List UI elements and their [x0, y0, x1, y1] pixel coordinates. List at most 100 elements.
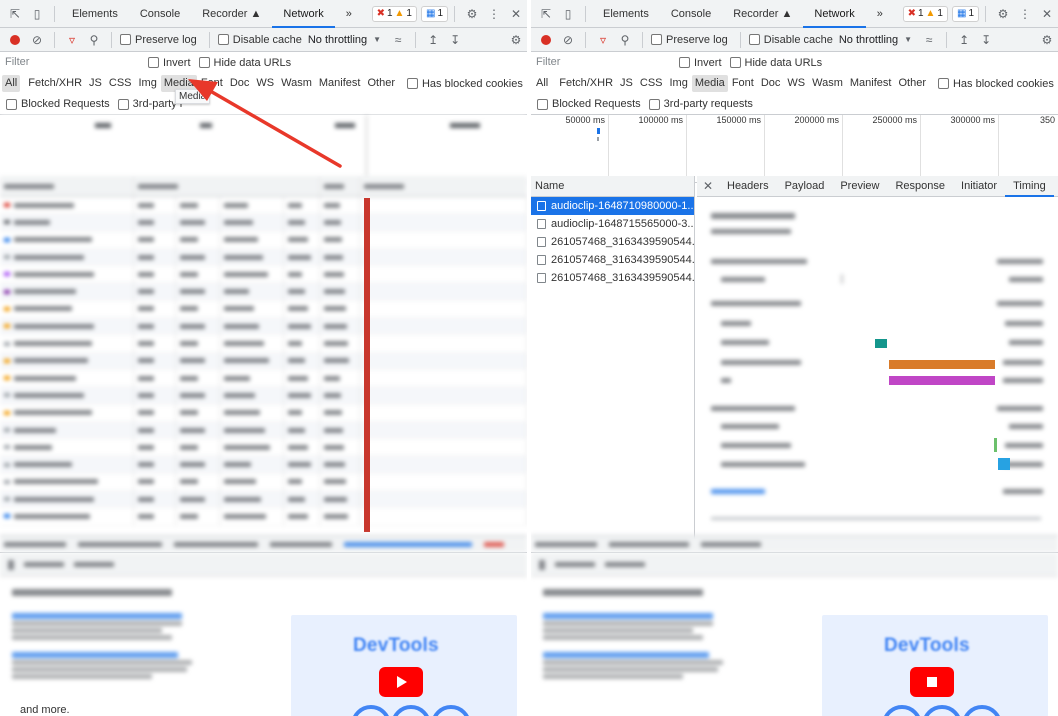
- device-toolbar-icon[interactable]: ▯: [26, 3, 48, 25]
- detail-tab-response[interactable]: Response: [887, 176, 953, 197]
- blocked-requests-checkbox[interactable]: Blocked Requests: [4, 98, 110, 110]
- issues-badge[interactable]: ✖ 1 ▲ 1: [902, 5, 948, 22]
- type-css[interactable]: CSS: [637, 75, 666, 92]
- network-settings-icon[interactable]: ⚙: [505, 29, 527, 51]
- filter-input[interactable]: Filter: [535, 54, 667, 71]
- table-row[interactable]: [0, 439, 527, 457]
- third-party-checkbox[interactable]: 3rd-party r: [116, 98, 183, 110]
- type-wasm[interactable]: Wasm: [809, 75, 846, 92]
- table-row[interactable]: [0, 248, 527, 267]
- type-manifest[interactable]: Manifest: [316, 75, 364, 92]
- type-other[interactable]: Other: [364, 75, 398, 92]
- table-row[interactable]: [0, 456, 527, 474]
- blocked-requests-checkbox[interactable]: Blocked Requests: [535, 98, 641, 110]
- type-fetch-xhr[interactable]: Fetch/XHR: [556, 75, 616, 92]
- type-doc[interactable]: Doc: [758, 75, 784, 92]
- settings-gear-icon[interactable]: ⚙: [461, 3, 483, 25]
- inspect-element-icon[interactable]: ⇱: [4, 3, 26, 25]
- type-js[interactable]: JS: [86, 75, 105, 92]
- preserve-log-checkbox[interactable]: Preserve log: [649, 34, 728, 46]
- detail-tab-headers[interactable]: Headers: [719, 176, 777, 197]
- table-row[interactable]: [0, 473, 527, 492]
- device-toolbar-icon[interactable]: ▯: [557, 3, 579, 25]
- request-list-item[interactable]: 261057468_3163439590544...: [531, 251, 694, 269]
- list-item[interactable]: [543, 652, 709, 658]
- throttling-select[interactable]: No throttling: [308, 34, 367, 46]
- hide-data-urls-checkbox[interactable]: Hide data URLs: [728, 57, 822, 69]
- type-manifest[interactable]: Manifest: [847, 75, 895, 92]
- hide-data-urls-checkbox[interactable]: Hide data URLs: [197, 57, 291, 69]
- devtools-video-card[interactable]: DevTools: [291, 615, 517, 716]
- filter-icon[interactable]: ▿: [592, 29, 614, 51]
- table-row[interactable]: [0, 369, 527, 388]
- type-media[interactable]: Media: [691, 75, 728, 92]
- search-icon[interactable]: ⚲: [83, 29, 105, 51]
- has-blocked-cookies-checkbox[interactable]: Has blocked cookies: [936, 78, 1054, 90]
- table-row[interactable]: [0, 214, 527, 232]
- more-tabs-button[interactable]: »: [866, 0, 894, 28]
- table-row[interactable]: [0, 318, 527, 336]
- type-font[interactable]: Font: [729, 75, 757, 92]
- more-tabs-button[interactable]: »: [335, 0, 363, 28]
- more-options-icon[interactable]: ⋮: [1014, 3, 1036, 25]
- table-row[interactable]: [0, 266, 527, 284]
- table-row[interactable]: [0, 231, 527, 249]
- table-row[interactable]: [0, 404, 527, 422]
- table-row[interactable]: [0, 335, 527, 353]
- close-icon[interactable]: ✕: [1036, 3, 1058, 25]
- issues-badge[interactable]: ✖ 1 ▲ 1: [371, 5, 417, 22]
- settings-gear-icon[interactable]: ⚙: [992, 3, 1014, 25]
- devtools-video-card[interactable]: DevTools: [822, 615, 1048, 716]
- table-row[interactable]: [0, 508, 527, 526]
- type-ws[interactable]: WS: [784, 75, 808, 92]
- detail-tab-timing[interactable]: Timing: [1005, 176, 1054, 197]
- import-har-icon[interactable]: ↥: [953, 29, 975, 51]
- type-doc[interactable]: Doc: [227, 75, 253, 92]
- tab-recorder[interactable]: Recorder ▲: [191, 0, 272, 28]
- table-row[interactable]: [0, 300, 527, 319]
- table-row[interactable]: [0, 491, 527, 509]
- type-css[interactable]: CSS: [106, 75, 135, 92]
- tab-network[interactable]: Network: [803, 0, 867, 28]
- type-img[interactable]: Img: [667, 75, 691, 92]
- tab-console[interactable]: Console: [129, 0, 191, 28]
- request-list-item[interactable]: audioclip-1648710980000-1...: [531, 197, 694, 215]
- list-item[interactable]: [543, 613, 713, 619]
- disable-cache-checkbox[interactable]: Disable cache: [216, 34, 302, 46]
- detail-tab-preview[interactable]: Preview: [832, 176, 887, 197]
- messages-badge[interactable]: ▦ 1: [420, 5, 448, 22]
- clear-icon[interactable]: ⊘: [26, 29, 48, 51]
- disable-cache-checkbox[interactable]: Disable cache: [747, 34, 833, 46]
- more-options-icon[interactable]: ⋮: [483, 3, 505, 25]
- list-item[interactable]: [12, 613, 182, 619]
- tab-elements[interactable]: Elements: [592, 0, 660, 28]
- inspect-element-icon[interactable]: ⇱: [535, 3, 557, 25]
- request-list-header[interactable]: Name: [531, 176, 694, 197]
- network-conditions-icon[interactable]: ≈: [387, 29, 409, 51]
- tab-network[interactable]: Network: [272, 0, 336, 28]
- request-list-item[interactable]: 261057468_3163439590544...: [531, 269, 694, 287]
- request-list-item[interactable]: audioclip-1648715565000-3...: [531, 215, 694, 233]
- export-har-icon[interactable]: ↧: [975, 29, 997, 51]
- clear-icon[interactable]: ⊘: [557, 29, 579, 51]
- filter-input[interactable]: Filter: [4, 54, 136, 71]
- preserve-log-checkbox[interactable]: Preserve log: [118, 34, 197, 46]
- type-other[interactable]: Other: [895, 75, 929, 92]
- tab-recorder[interactable]: Recorder ▲: [722, 0, 803, 28]
- table-row[interactable]: [0, 352, 527, 370]
- type-img[interactable]: Img: [136, 75, 160, 92]
- close-detail-icon[interactable]: ✕: [697, 179, 719, 193]
- import-har-icon[interactable]: ↥: [422, 29, 444, 51]
- network-conditions-icon[interactable]: ≈: [918, 29, 940, 51]
- invert-checkbox[interactable]: Invert: [146, 57, 191, 69]
- type-ws[interactable]: WS: [253, 75, 277, 92]
- export-har-icon[interactable]: ↧: [444, 29, 466, 51]
- detail-tab-payload[interactable]: Payload: [777, 176, 833, 197]
- invert-checkbox[interactable]: Invert: [677, 57, 722, 69]
- request-list-item[interactable]: 261057468_3163439590544...: [531, 233, 694, 251]
- type-fetch-xhr[interactable]: Fetch/XHR: [25, 75, 85, 92]
- record-button[interactable]: [4, 29, 26, 51]
- youtube-play-icon[interactable]: [379, 667, 423, 697]
- youtube-stop-icon[interactable]: [910, 667, 954, 697]
- table-row[interactable]: [0, 421, 527, 440]
